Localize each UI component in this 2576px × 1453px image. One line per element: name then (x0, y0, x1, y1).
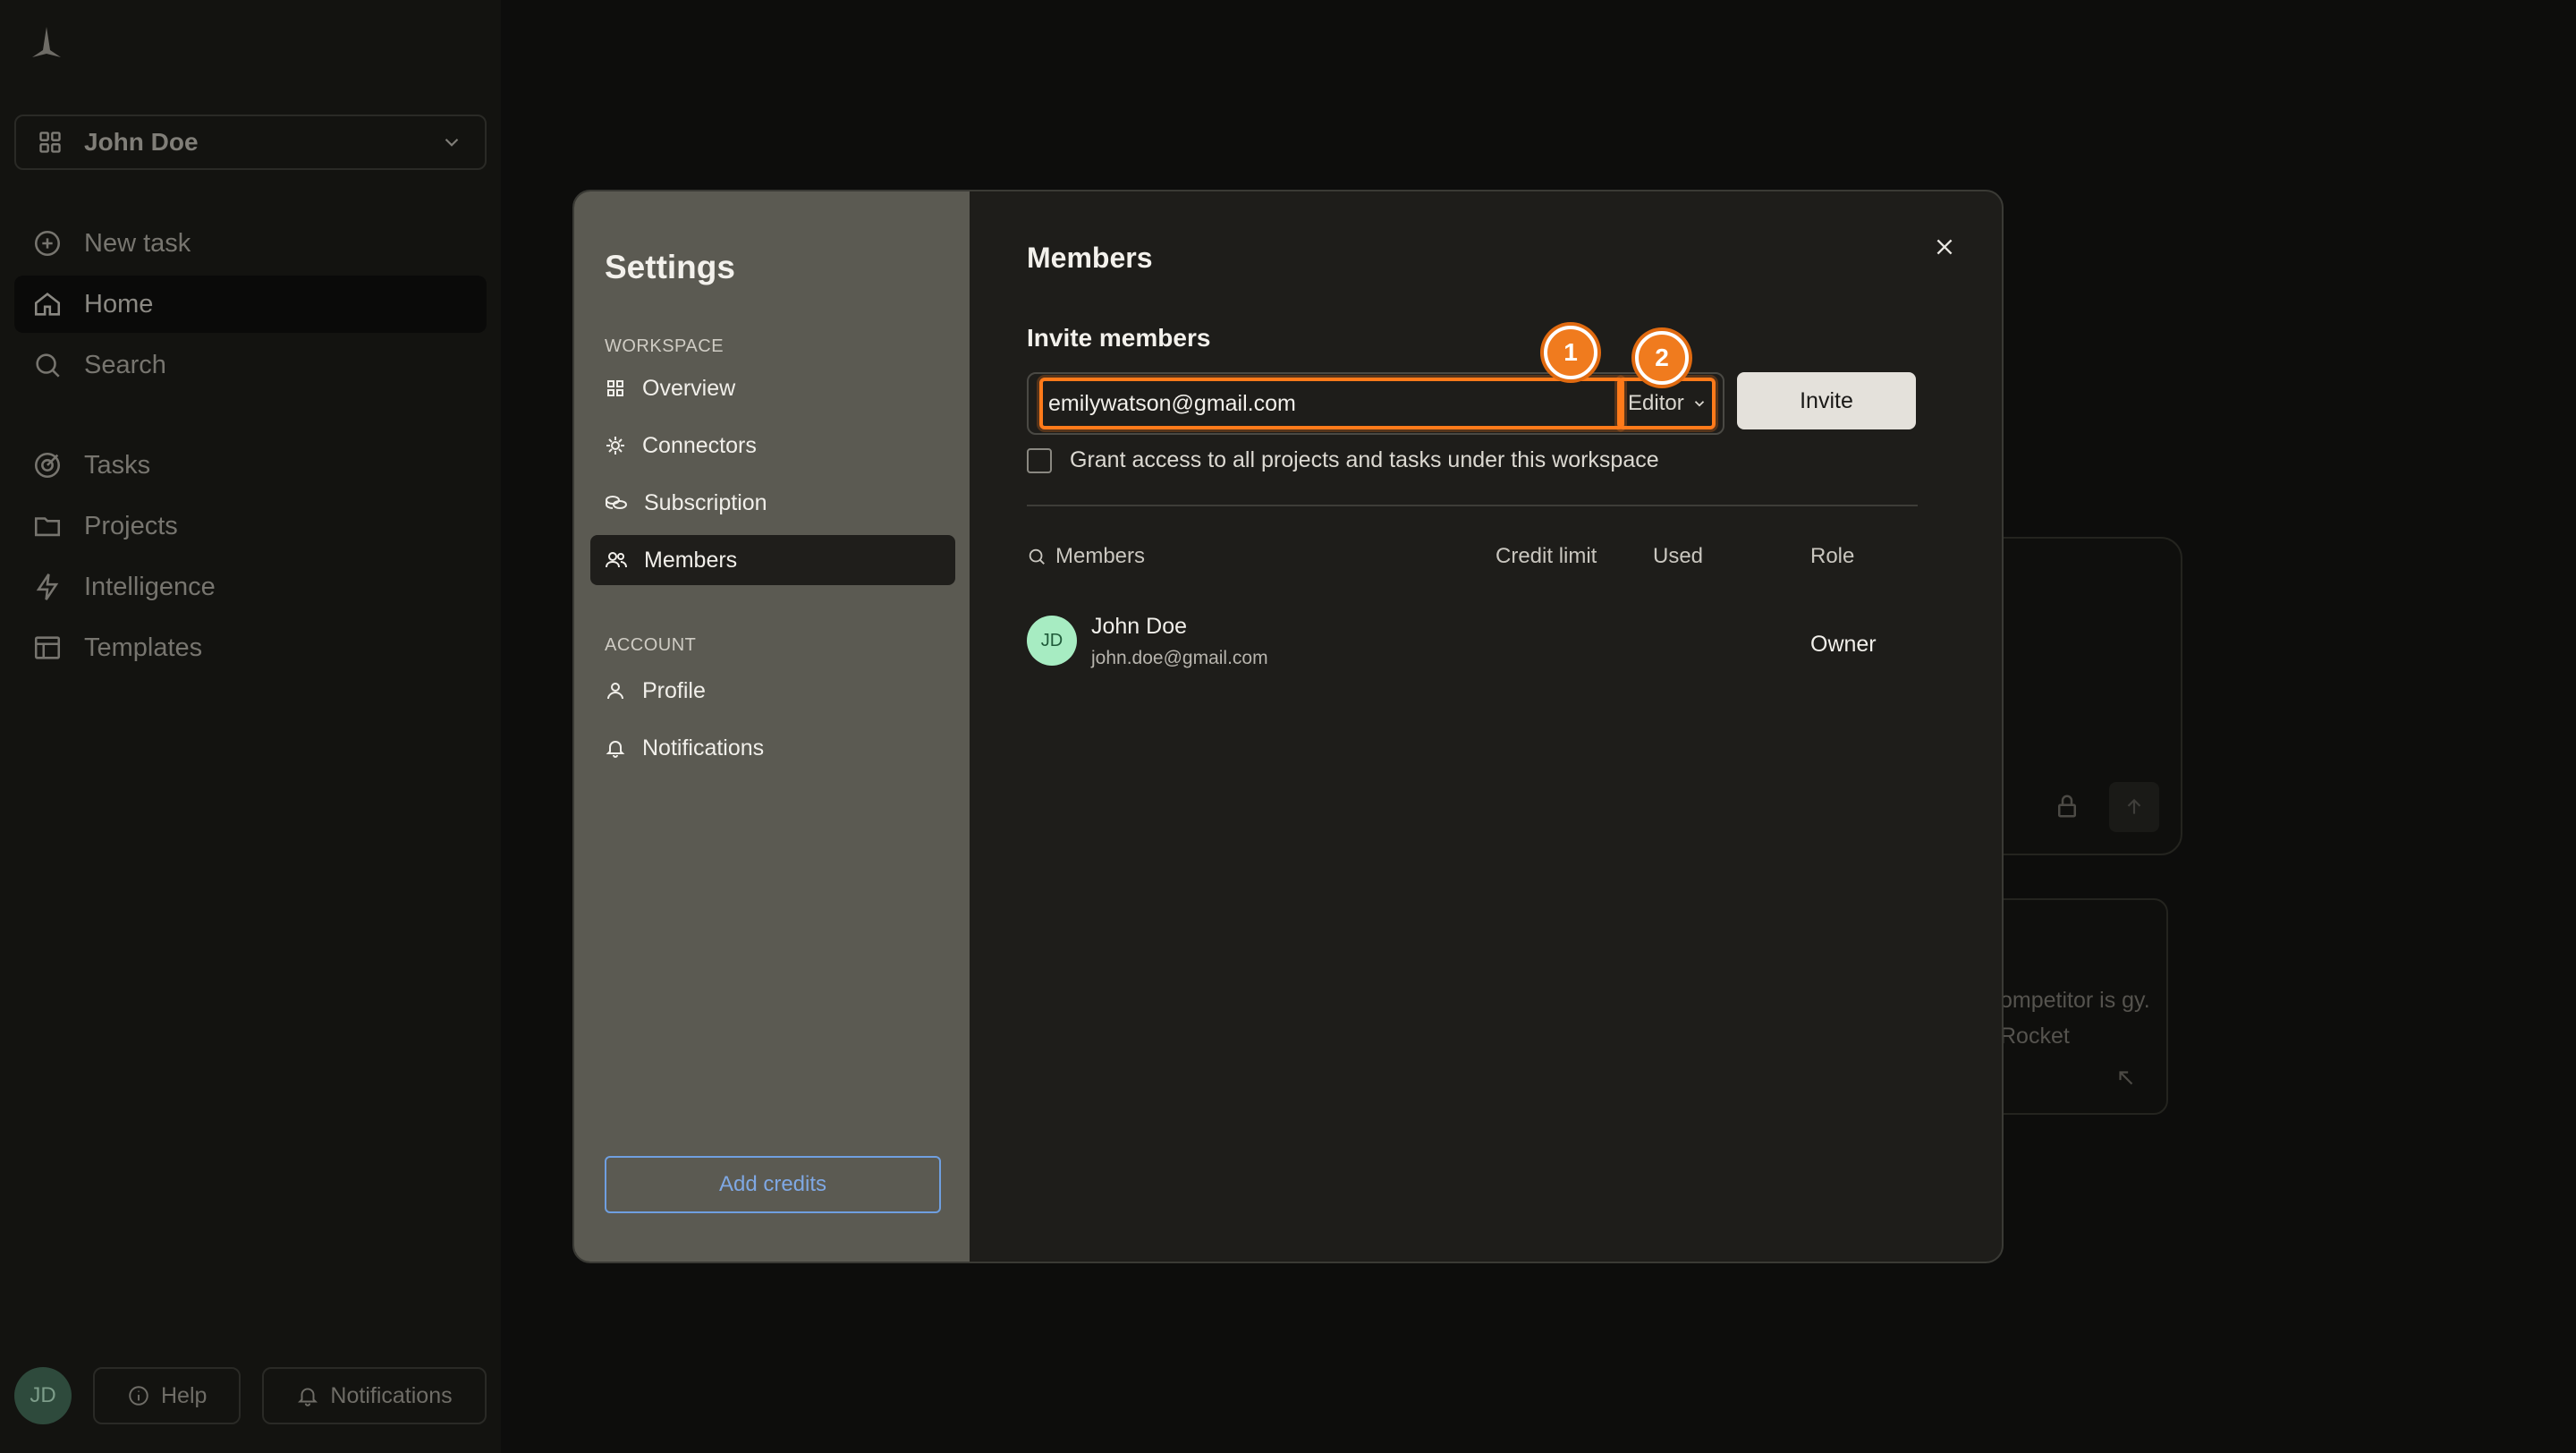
settings-item-profile[interactable]: Profile (590, 666, 955, 716)
bell-icon (605, 737, 626, 759)
settings-item-label: Connectors (642, 432, 757, 458)
coins-icon (605, 492, 628, 514)
settings-item-label: Overview (642, 375, 736, 401)
member-name: John Doe (1091, 614, 1188, 639)
settings-sidebar: Settings WORKSPACE Overview Connectors S… (574, 191, 970, 1262)
workspace-section-label: WORKSPACE (605, 336, 724, 356)
nav-projects[interactable]: Projects (14, 497, 487, 555)
annotation-badge-2: 2 (1635, 331, 1689, 385)
nav-new-task[interactable]: New task (14, 215, 487, 272)
users-icon (605, 549, 628, 571)
background-card-text: ompetitor is gy. Rocket (2000, 988, 2150, 1049)
close-icon (1933, 235, 1956, 259)
target-icon (32, 450, 63, 480)
member-email: john.doe@gmail.com (1091, 648, 1268, 668)
plus-circle-icon (32, 228, 63, 259)
template-icon (32, 633, 63, 663)
members-search-header[interactable]: Members (1027, 544, 1145, 569)
role-select[interactable]: Editor (1617, 378, 1716, 429)
notifications-button[interactable]: Notifications (262, 1367, 487, 1424)
nav-label: Projects (84, 511, 178, 540)
lightning-icon (32, 572, 63, 602)
arrow-expand-icon (2114, 1066, 2138, 1090)
annotation-badge-1: 1 (1544, 326, 1597, 379)
lock-icon (2054, 793, 2080, 820)
settings-item-label: Profile (642, 677, 706, 703)
nav-intelligence[interactable]: Intelligence (14, 558, 487, 616)
nav-label: Templates (84, 633, 203, 662)
grid-icon (38, 130, 63, 155)
workspace-name: John Doe (84, 128, 199, 156)
add-credits-button[interactable]: Add credits (605, 1156, 941, 1213)
member-avatar: JD (1027, 616, 1077, 666)
nav-label: Intelligence (84, 572, 216, 601)
settings-item-label: Subscription (644, 489, 767, 515)
grid-icon (605, 378, 626, 399)
column-members: Members (1055, 544, 1146, 568)
divider (1027, 505, 1918, 506)
grant-access-row: Grant access to all projects and tasks u… (1027, 447, 1659, 473)
search-icon (32, 350, 63, 380)
account-menu: Profile Notifications (590, 666, 955, 780)
user-icon (605, 680, 626, 701)
grant-access-checkbox[interactable] (1027, 447, 1052, 473)
member-role: Owner (1810, 632, 1877, 657)
settings-item-label: Notifications (642, 735, 765, 760)
members-panel: Members Invite members Editor 1 2 Grant … (970, 191, 2002, 1262)
nav-label: Tasks (84, 450, 151, 480)
search-icon (1027, 547, 1046, 566)
column-used: Used (1653, 544, 1704, 568)
nav-templates[interactable]: Templates (14, 619, 487, 676)
grant-access-label: Grant access to all projects and tasks u… (1070, 447, 1659, 472)
table-row: JD John Doe john.doe@gmail.com Owner (1027, 605, 1918, 680)
invite-email-input[interactable] (1039, 378, 1624, 429)
settings-item-label: Members (644, 547, 738, 573)
invite-members-heading: Invite members (1027, 324, 1211, 352)
notifications-label: Notifications (330, 1382, 453, 1408)
column-credit-limit: Credit limit (1496, 544, 1597, 568)
settings-item-overview[interactable]: Overview (590, 363, 955, 413)
settings-item-notifications[interactable]: Notifications (590, 723, 955, 773)
nav-label: Home (84, 289, 154, 319)
account-section-label: ACCOUNT (605, 635, 697, 655)
workspace-switcher[interactable]: John Doe (14, 115, 487, 170)
nav-tasks[interactable]: Tasks (14, 437, 487, 494)
members-title: Members (1027, 242, 1153, 274)
home-icon (32, 289, 63, 319)
settings-title: Settings (605, 249, 735, 285)
nav-search[interactable]: Search (14, 336, 487, 394)
chevron-down-icon (1691, 395, 1707, 412)
role-select-value: Editor (1628, 391, 1684, 415)
settings-item-connectors[interactable]: Connectors (590, 421, 955, 471)
invite-button[interactable]: Invite (1737, 372, 1916, 429)
sidebar-footer: JD Help Notifications (14, 1367, 487, 1424)
primary-nav: New task Home Search (14, 215, 487, 397)
user-avatar[interactable]: JD (14, 1367, 72, 1424)
nav-label: New task (84, 228, 191, 258)
nav-label: Search (84, 350, 166, 379)
settings-modal: Settings WORKSPACE Overview Connectors S… (572, 190, 2004, 1263)
chevron-down-icon (440, 131, 463, 154)
settings-item-subscription[interactable]: Subscription (590, 478, 955, 528)
members-table-header: Members Credit limit Used Role (1027, 544, 1918, 576)
nav-home[interactable]: Home (14, 276, 487, 333)
workspace-menu: Overview Connectors Subscription Members (590, 363, 955, 592)
plug-icon (605, 435, 626, 456)
settings-item-members[interactable]: Members (590, 535, 955, 585)
folder-icon (32, 511, 63, 541)
column-role: Role (1810, 544, 1855, 568)
help-button[interactable]: Help (93, 1367, 242, 1424)
close-button[interactable] (1927, 229, 1962, 265)
arrow-up-icon (2109, 782, 2159, 832)
app-logo-icon (29, 25, 64, 61)
bell-icon (296, 1384, 319, 1407)
info-icon (127, 1384, 150, 1407)
app-sidebar: John Doe New task Home Search Tasks Proj… (0, 0, 501, 1453)
help-label: Help (161, 1382, 208, 1408)
secondary-nav: Tasks Projects Intelligence Templates (14, 437, 487, 680)
